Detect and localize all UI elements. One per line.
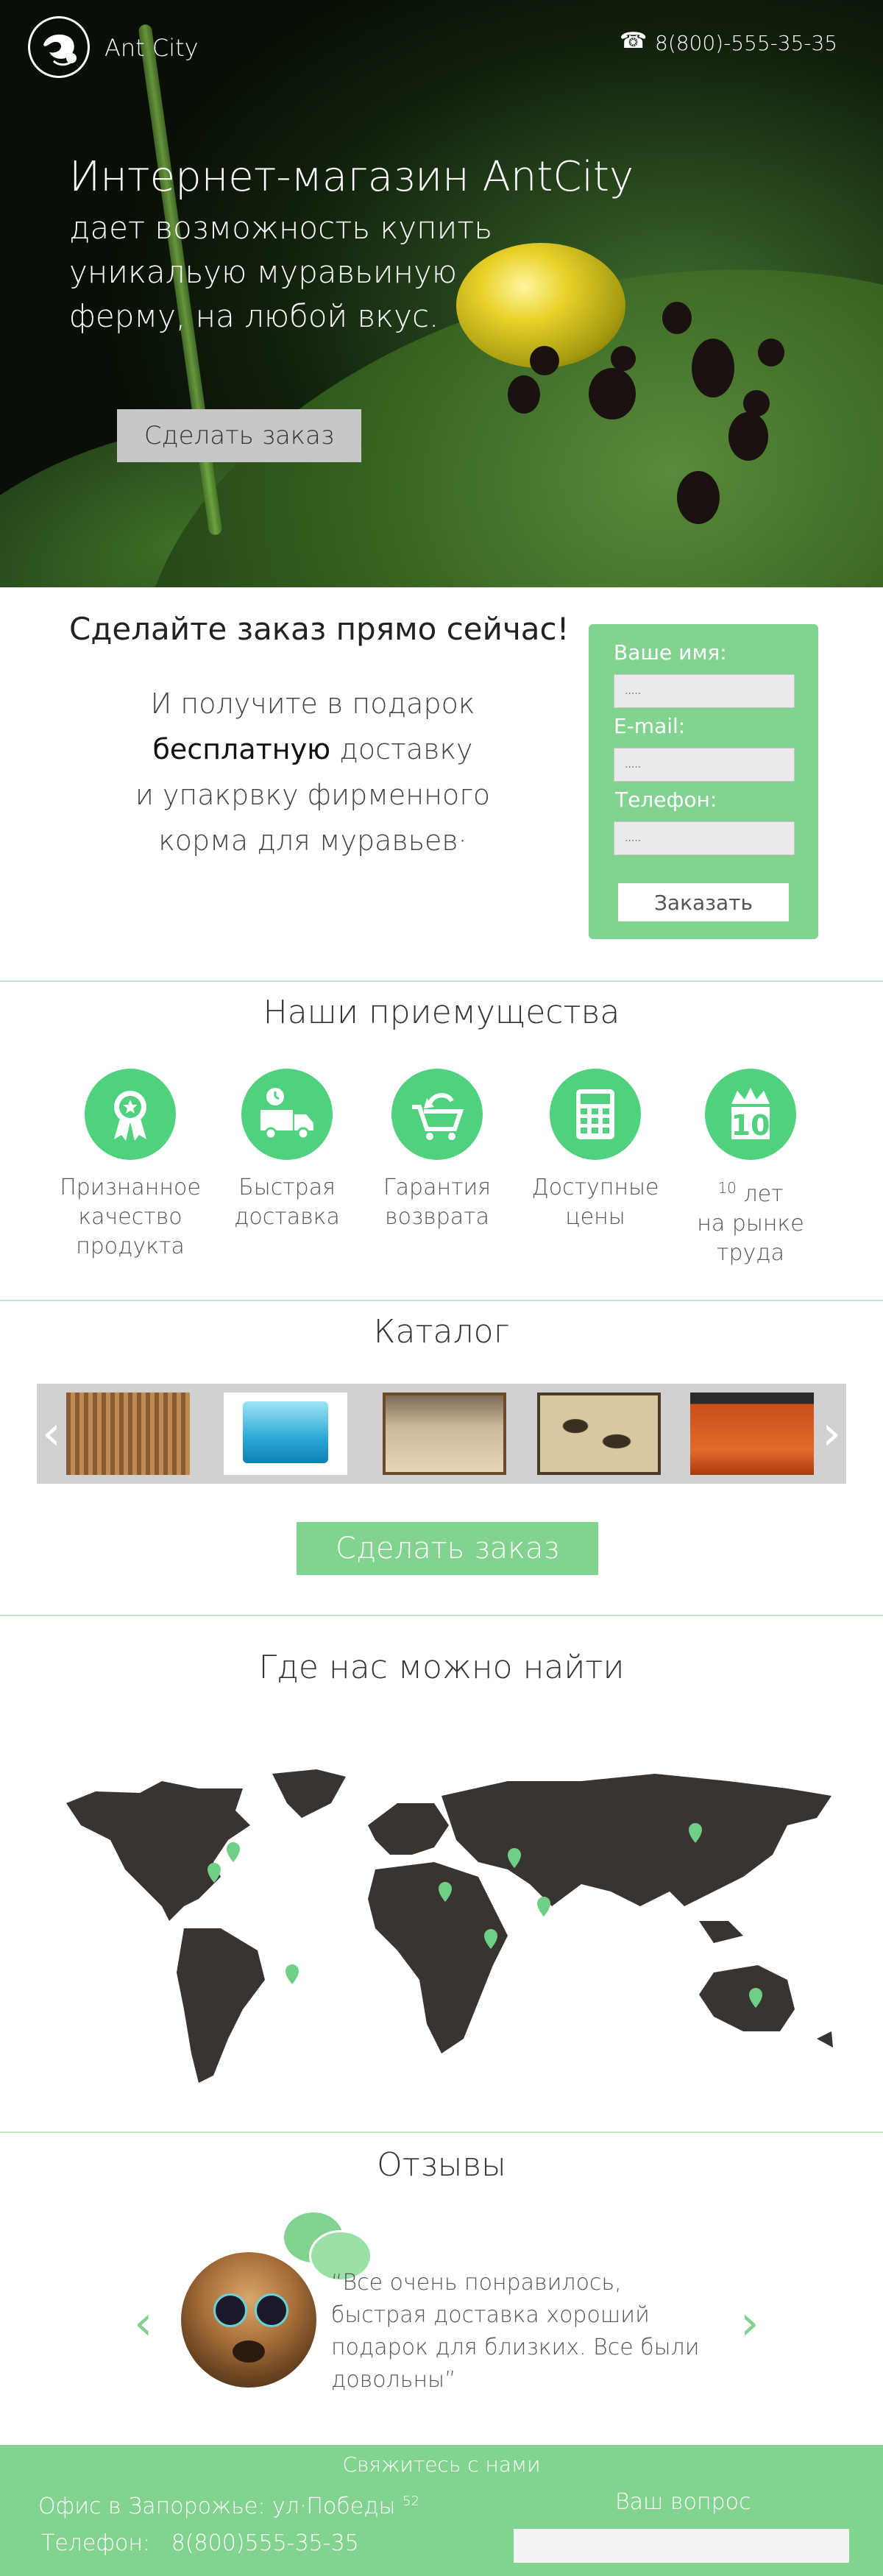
advantage-label-line: продукта: [76, 1234, 185, 1259]
offer-line-3: и упакрвку фирменного: [135, 779, 491, 811]
name-label: Ваше имя:: [614, 640, 727, 665]
footer: Свяжитесь с нами Офис в Запорожье: ул·По…: [0, 2445, 883, 2576]
order-form: Ваше имя: E-mail: Телефон: Заказать: [589, 624, 818, 939]
brand-name[interactable]: Ant City: [104, 34, 199, 62]
catalog-item[interactable]: [690, 1393, 814, 1475]
chevron-right-icon[interactable]: ›: [740, 2296, 759, 2351]
hero-title: Интернет-магазин AntCity: [69, 153, 634, 201]
chevron-left-icon[interactable]: ‹: [134, 2296, 153, 2351]
advantage-experience: 10 10 лет на рынке труда: [677, 1069, 824, 1268]
divider: [0, 2131, 883, 2133]
catalog-title: Каталог: [373, 1313, 510, 1351]
phone-label: Телефон:: [615, 788, 717, 812]
office-address: Офис в Запорожье: ул·Победы 52: [38, 2494, 419, 2519]
email-label: E-mail:: [614, 714, 686, 738]
order-offer-text: И получите в подарок бесплатную доставку…: [103, 681, 522, 863]
question-label: Ваш вопрос: [615, 2489, 751, 2515]
advantage-prices: Доступные цены: [522, 1069, 669, 1232]
advantage-label-line: Быстрая: [238, 1175, 336, 1200]
order-heading: Сделайте заказ прямо сейчас!: [69, 611, 570, 647]
phone-field[interactable]: [614, 821, 795, 855]
world-map: [66, 1769, 833, 2083]
divider: [0, 980, 883, 982]
catalog-order-button[interactable]: Сделать заказ: [297, 1522, 598, 1575]
hero-banner: Ant City ☎ 8(800)-555-35-35 Интернет-маг…: [0, 0, 883, 587]
advantage-label-line: качество: [78, 1204, 182, 1230]
telephone-icon: ☎: [620, 28, 648, 54]
chevron-left-icon[interactable]: ‹: [37, 1404, 66, 1463]
ant-logo-icon: [43, 34, 77, 66]
cart-return-icon: [391, 1069, 483, 1160]
calculator-icon: [550, 1069, 641, 1160]
divider: [0, 1300, 883, 1301]
advantage-delivery: Быстрая доставка: [213, 1069, 361, 1232]
catalog-item[interactable]: [224, 1393, 347, 1475]
review-quote: “Все очень понравилось, быстрая доставка…: [331, 2270, 700, 2393]
advantage-label-line: возврата: [384, 1204, 489, 1230]
submit-order-button[interactable]: Заказать: [618, 883, 789, 921]
delivery-truck-icon: [241, 1069, 333, 1160]
years-number: 10: [717, 1179, 737, 1197]
catalog-item[interactable]: [537, 1393, 661, 1475]
advantage-label-line: лет: [736, 1181, 784, 1207]
hero-order-button[interactable]: Сделать заказ: [117, 409, 361, 462]
advantage-label-line: Признанное: [60, 1175, 201, 1200]
catalog-carousel: ‹ ›: [37, 1384, 846, 1484]
crown-ten-icon: 10: [705, 1069, 796, 1160]
advantage-label-line: на рынке: [697, 1211, 804, 1236]
logo[interactable]: [28, 16, 90, 78]
name-field[interactable]: [614, 674, 795, 708]
advantage-return: Гарантия возврата: [364, 1069, 511, 1232]
hero-subtitle: дает возможность купить уникальую муравь…: [69, 210, 493, 334]
divider: [0, 1615, 883, 1616]
award-ribbon-icon: [85, 1069, 176, 1160]
email-field[interactable]: [614, 748, 795, 782]
advantage-label-line: Доступные: [531, 1175, 659, 1200]
reviews-title: Отзывы: [377, 2146, 506, 2184]
footer-phone: Телефон: 8(800)555-35-35: [41, 2530, 359, 2556]
avatar: [181, 2252, 316, 2388]
advantage-quality: Признанное качество продукта: [57, 1069, 204, 1262]
offer-line-2-rest: доставку: [330, 733, 473, 765]
header-phone[interactable]: 8(800)-555-35-35: [655, 31, 837, 55]
chevron-right-icon[interactable]: ›: [817, 1404, 846, 1463]
catalog-item[interactable]: [383, 1393, 506, 1475]
contact-title: Свяжитесь с нами: [342, 2452, 541, 2477]
offer-free-word: бесплатную: [152, 733, 331, 765]
offer-line-4: корма для муравьев·: [158, 824, 467, 857]
catalog-item[interactable]: [66, 1393, 190, 1475]
advantage-label-line: труда: [717, 1240, 784, 1266]
advantage-label-line: доставка: [234, 1204, 340, 1230]
advantages-title: Наши приемущества: [263, 994, 620, 1031]
locations-title: Где нас можно найти: [258, 1649, 625, 1686]
svg-text:10: 10: [731, 1109, 770, 1142]
offer-line-1: И получите в подарок: [150, 687, 475, 720]
advantage-label-line: Гарантия: [383, 1175, 492, 1200]
question-input[interactable]: [514, 2529, 849, 2563]
advantage-label-line: цены: [565, 1204, 625, 1230]
offer-line-2: бесплатную доставку: [103, 726, 522, 772]
